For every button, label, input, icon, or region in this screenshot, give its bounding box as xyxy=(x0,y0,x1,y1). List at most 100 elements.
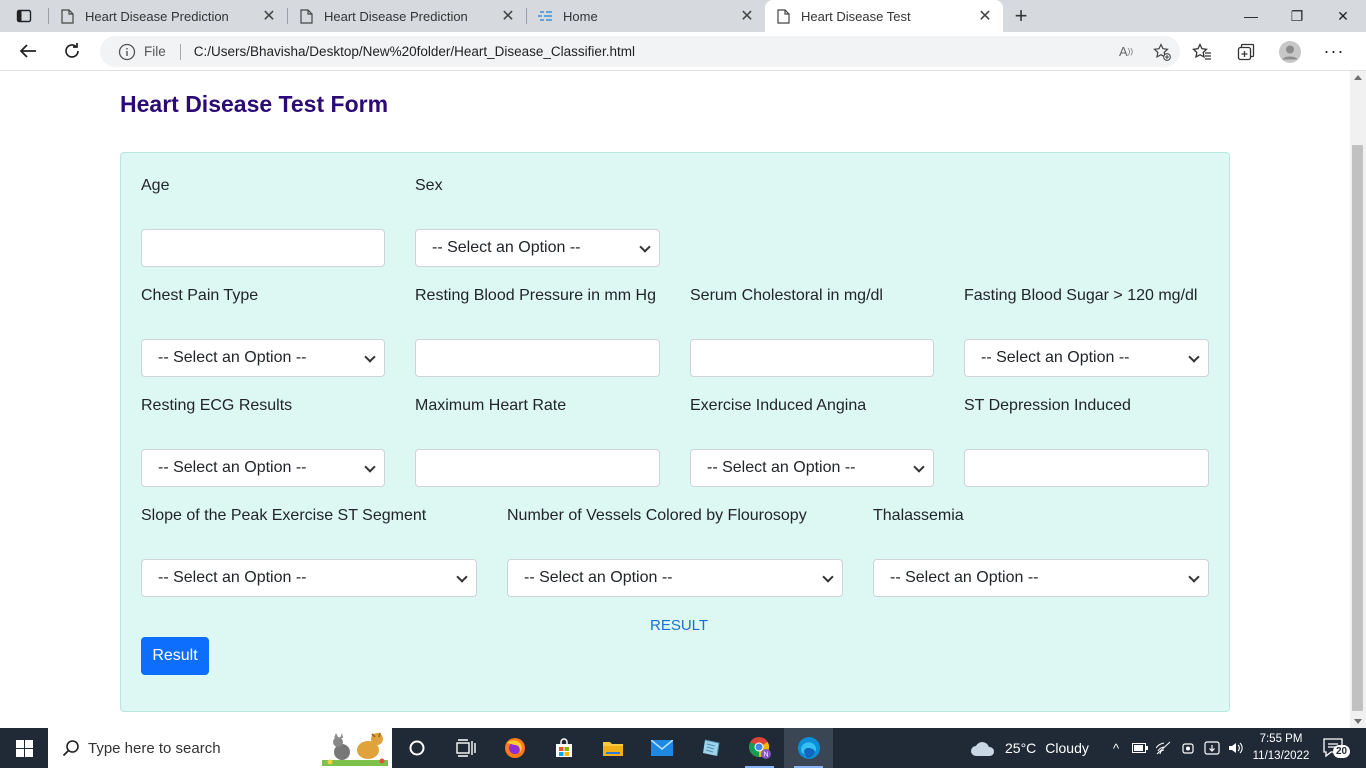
scroll-up-icon[interactable] xyxy=(1354,75,1362,80)
settings-more-button[interactable]: ··· xyxy=(1312,32,1356,71)
vessels-select[interactable]: -- Select an Option -- xyxy=(507,559,843,597)
task-view-button[interactable] xyxy=(441,728,490,768)
angina-label: Exercise Induced Angina xyxy=(690,397,867,414)
chevron-down-icon xyxy=(639,241,651,253)
back-button[interactable] xyxy=(6,32,50,71)
page-title: Heart Disease Test Form xyxy=(120,91,389,117)
system-tray: ^ xyxy=(1104,728,1248,768)
battery-icon[interactable] xyxy=(1128,743,1152,753)
svg-text:N: N xyxy=(763,752,768,759)
tab-title: Heart Disease Test xyxy=(801,8,911,24)
close-icon[interactable]: ✕ xyxy=(739,8,755,25)
notification-center-button[interactable]: 20 xyxy=(1322,736,1351,760)
thalassemia-select[interactable]: -- Select an Option -- xyxy=(873,559,1209,597)
close-icon[interactable]: ✕ xyxy=(261,8,277,25)
system-clock[interactable]: 7:55 PM 11/13/2022 xyxy=(1250,731,1312,765)
minimize-icon[interactable]: — xyxy=(1228,0,1274,32)
page-icon xyxy=(298,8,314,24)
app-taskbar-button[interactable] xyxy=(686,728,735,768)
vessels-field-group: Number of Vessels Colored by Flourosopy … xyxy=(507,507,843,597)
max-heart-rate-field-group: Maximum Heart Rate xyxy=(415,397,660,487)
start-button[interactable] xyxy=(0,728,48,768)
weather-widget[interactable]: 25°C Cloudy xyxy=(970,728,1089,768)
result-button[interactable]: Result xyxy=(141,637,209,675)
fasting-sugar-select[interactable]: -- Select an Option -- xyxy=(964,339,1209,377)
edge-taskbar-button[interactable] xyxy=(784,728,833,768)
add-favorite-icon[interactable] xyxy=(1144,36,1180,67)
address-bar[interactable]: File C:/Users/Bhavisha/Desktop/New%20fol… xyxy=(100,36,1180,67)
close-icon[interactable]: ✕ xyxy=(977,8,993,25)
st-depression-field-group: ST Depression Induced xyxy=(964,397,1209,487)
microsoft-store-button[interactable] xyxy=(539,728,588,768)
chevron-up-icon[interactable]: ^ xyxy=(1104,741,1128,756)
favorites-button[interactable] xyxy=(1180,32,1224,71)
page-scrollbar[interactable] xyxy=(1350,71,1366,728)
tab-actions-icon xyxy=(16,9,32,23)
resting-bp-input[interactable] xyxy=(415,339,660,377)
resting-ecg-select[interactable]: -- Select an Option -- xyxy=(141,449,385,487)
refresh-button[interactable] xyxy=(50,32,94,71)
cholesterol-label: Serum Cholestoral in mg/dl xyxy=(690,287,883,304)
thalassemia-select-value: -- Select an Option -- xyxy=(890,569,1039,586)
thalassemia-field-group: Thalassemia -- Select an Option -- xyxy=(873,507,1209,597)
clock-date: 11/13/2022 xyxy=(1252,750,1310,762)
age-input[interactable] xyxy=(141,229,385,267)
chrome-taskbar-button[interactable]: N xyxy=(735,728,784,768)
chevron-down-icon xyxy=(1188,571,1200,583)
url-text[interactable]: C:/Users/Bhavisha/Desktop/New%20folder/H… xyxy=(194,44,1108,59)
edge-icon xyxy=(797,737,820,759)
close-window-icon[interactable]: ✕ xyxy=(1320,0,1366,32)
angina-select[interactable]: -- Select an Option -- xyxy=(690,449,934,487)
scrollbar-thumb[interactable] xyxy=(1352,145,1363,711)
slope-select[interactable]: -- Select an Option -- xyxy=(141,559,477,597)
max-heart-rate-input[interactable] xyxy=(415,449,660,487)
st-depression-input[interactable] xyxy=(964,449,1209,487)
tab-home[interactable]: Home ✕ xyxy=(527,0,765,32)
windows-logo-icon xyxy=(15,739,33,757)
cortana-button[interactable] xyxy=(392,728,441,768)
tab-heart-disease-prediction-2[interactable]: Heart Disease Prediction ✕ xyxy=(288,0,526,32)
task-view-icon xyxy=(455,739,476,757)
vessels-select-value: -- Select an Option -- xyxy=(524,569,673,586)
address-divider xyxy=(179,43,181,60)
scroll-down-icon[interactable] xyxy=(1354,719,1362,724)
chrome-icon: N xyxy=(748,737,771,759)
chevron-down-icon xyxy=(913,461,925,473)
firefox-icon xyxy=(504,738,525,758)
close-icon[interactable]: ✕ xyxy=(500,8,516,25)
app-icon xyxy=(702,739,720,757)
wifi-icon[interactable] xyxy=(1152,741,1176,755)
weather-temp: 25°C xyxy=(1005,740,1037,756)
taskbar-search[interactable]: Type here to search xyxy=(48,728,392,768)
tab-heart-disease-prediction-1[interactable]: Heart Disease Prediction ✕ xyxy=(49,0,287,32)
info-icon[interactable] xyxy=(118,43,136,61)
new-tab-button[interactable]: + xyxy=(1003,0,1039,32)
resting-ecg-label: Resting ECG Results xyxy=(141,397,293,414)
read-aloud-icon[interactable]: A)) xyxy=(1108,36,1144,67)
chest-pain-field-group: Chest Pain Type -- Select an Option -- xyxy=(141,287,386,377)
slope-label: Slope of the Peak Exercise ST Segment xyxy=(141,507,427,524)
resting-ecg-select-value: -- Select an Option -- xyxy=(158,459,307,476)
chest-pain-select[interactable]: -- Select an Option -- xyxy=(141,339,385,377)
site-logo-icon xyxy=(537,8,553,24)
volume-icon[interactable] xyxy=(1224,741,1248,755)
page-icon xyxy=(775,8,791,24)
tab-heart-disease-test[interactable]: Heart Disease Test ✕ xyxy=(765,0,1003,32)
meet-now-icon[interactable] xyxy=(1176,741,1200,755)
mail-button[interactable] xyxy=(637,728,686,768)
restore-icon[interactable]: ❐ xyxy=(1274,0,1320,32)
window-controls: — ❐ ✕ xyxy=(1228,0,1366,32)
firefox-taskbar-button[interactable] xyxy=(490,728,539,768)
chest-pain-label: Chest Pain Type xyxy=(141,287,259,304)
device-icon[interactable] xyxy=(1200,741,1224,755)
collections-button[interactable] xyxy=(1224,32,1268,71)
file-explorer-button[interactable] xyxy=(588,728,637,768)
resting-bp-label: Resting Blood Pressure in mm Hg xyxy=(415,287,656,304)
sex-select[interactable]: -- Select an Option -- xyxy=(415,229,660,267)
cholesterol-input[interactable] xyxy=(690,339,934,377)
tab-actions-button[interactable] xyxy=(0,0,48,32)
profile-button[interactable] xyxy=(1268,32,1312,71)
tab-strip: Heart Disease Prediction ✕ Heart Disease… xyxy=(0,0,1366,32)
slope-field-group: Slope of the Peak Exercise ST Segment --… xyxy=(141,507,477,597)
angina-field-group: Exercise Induced Angina -- Select an Opt… xyxy=(690,397,935,487)
